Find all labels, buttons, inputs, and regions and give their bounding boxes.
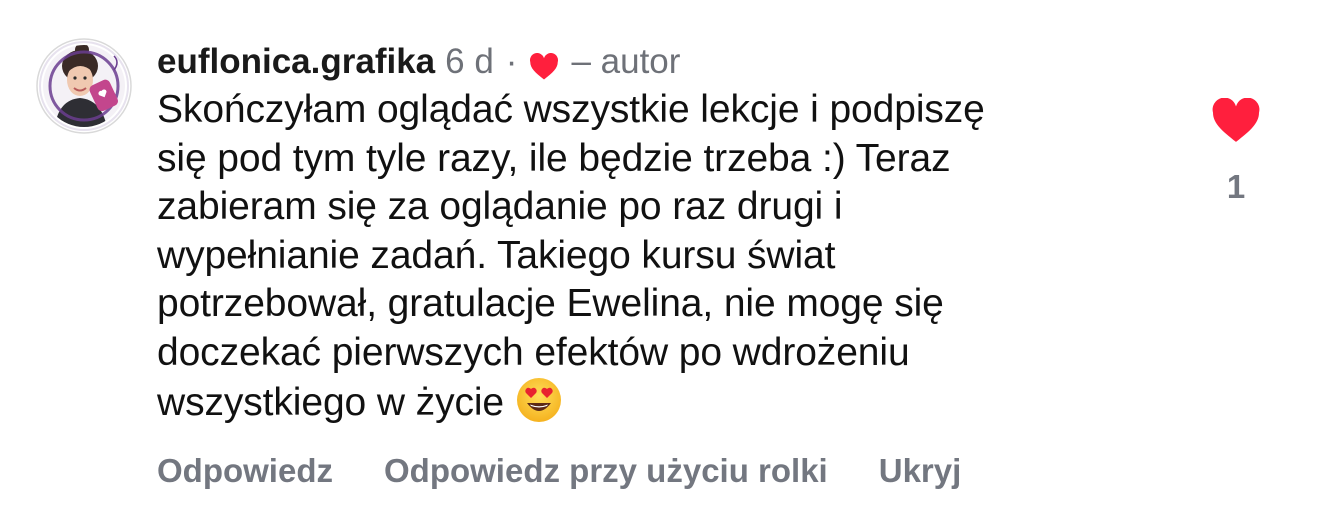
comment-text-line: się pod tym tyle razy, ile będzie trzeba… xyxy=(157,136,951,180)
comment: euflonica.grafika 6 d · – autor Skończył… xyxy=(157,40,1157,428)
reply-button[interactable]: Odpowiedz xyxy=(157,452,333,490)
comment-text-line: potrzebował, gratulacje Ewelina, nie mog… xyxy=(157,282,944,325)
comment-text: Skończyłam oglądać wszystkie lekcje i po… xyxy=(157,86,1097,428)
comment-text-line-last: wszystkiego w życie xyxy=(157,377,1097,428)
heart-icon xyxy=(1212,97,1260,142)
reply-with-reel-button[interactable]: Odpowiedz przy użyciu rolki xyxy=(384,452,828,490)
comment-time: 6 d xyxy=(445,42,494,81)
comment-text-line: zabieram się za oglądanie po raz drugi i xyxy=(157,185,843,228)
meta-separator: · xyxy=(505,42,518,81)
heart-eyes-emoji-icon xyxy=(516,377,562,423)
avatar[interactable] xyxy=(36,38,132,134)
liked-by-author-heart-icon xyxy=(529,48,559,80)
comment-username[interactable]: euflonica.grafika xyxy=(157,40,435,84)
comment-meta: euflonica.grafika 6 d · – autor xyxy=(157,40,1157,84)
like-count: 1 xyxy=(1226,168,1246,205)
comment-actions: Odpowiedz Odpowiedz przy użyciu rolki Uk… xyxy=(157,452,1012,490)
comment-text-line: wypełnianie zadań. Takiego kursu świat xyxy=(157,233,836,277)
comment-text-line: Skończyłam oglądać wszystkie lekcje i po… xyxy=(157,88,985,131)
profile-avatar-icon xyxy=(36,38,132,134)
comment-text-line-content: wszystkiego w życie xyxy=(157,381,505,424)
like-button[interactable] xyxy=(1210,97,1262,144)
hide-button[interactable]: Ukryj xyxy=(879,452,962,490)
author-label: – autor xyxy=(571,42,681,81)
comment-text-line: doczekać pierwszych efektów po wdrożeniu xyxy=(157,330,910,374)
